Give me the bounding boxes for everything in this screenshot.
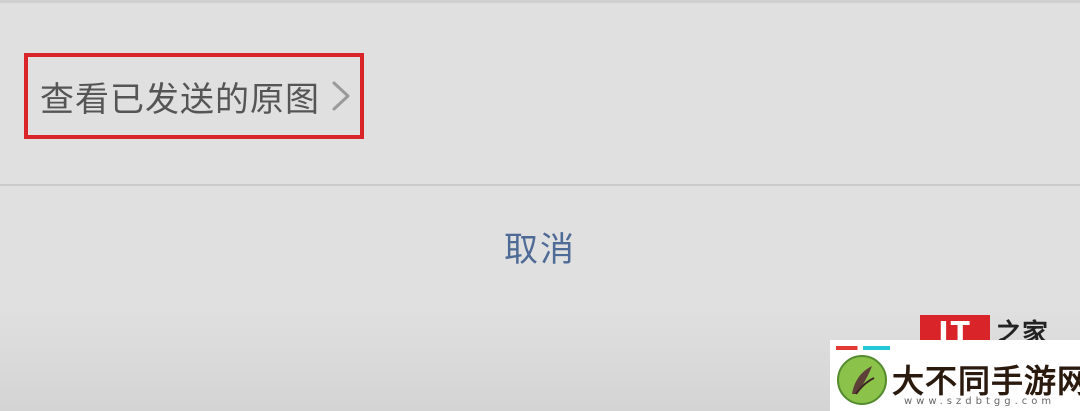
- chevron-right-icon: [330, 79, 352, 113]
- site-watermark: 大不同手游网 www.szdbtgg.com: [830, 340, 1080, 411]
- option-section: 查看已发送的原图: [0, 3, 1080, 183]
- cancel-label: 取消: [504, 229, 576, 270]
- view-sent-original-image-option[interactable]: 查看已发送的原图: [24, 53, 364, 139]
- option-label: 查看已发送的原图: [40, 79, 320, 120]
- badge-stripe: [836, 346, 890, 350]
- leaf-icon: [836, 354, 888, 406]
- site-domain: www.szdbtgg.com: [904, 396, 1056, 407]
- cancel-button[interactable]: 取消: [0, 186, 1080, 306]
- action-sheet-screen: 查看已发送的原图 取消 IT 之家 大不同手游网 www.szdbtgg.com: [0, 0, 1080, 411]
